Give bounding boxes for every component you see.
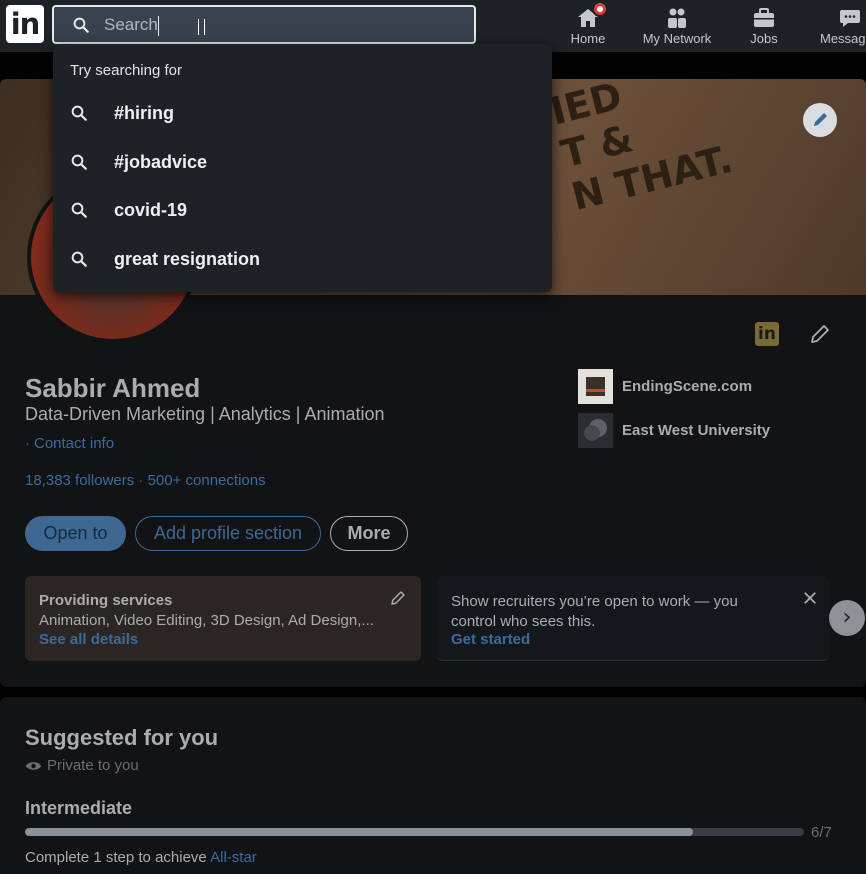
followers-link[interactable]: 18,383 followers — [25, 472, 134, 489]
providing-services-card[interactable]: Providing services Animation, Video Edit… — [25, 576, 421, 661]
suggestion-label: great resignation — [114, 249, 261, 269]
network-stats: 18,383 followers · 500+ connections — [25, 472, 266, 489]
search-box[interactable] — [52, 5, 476, 44]
dropdown-heading: Try searching for — [70, 62, 182, 79]
suggestion-label: #jobadvice — [114, 152, 208, 172]
get-started-link[interactable]: Get started — [451, 631, 530, 648]
services-title: Providing services — [39, 592, 173, 609]
suggestion-label: covid-19 — [114, 200, 188, 220]
recruiters-text: Show recruiters you’re open to work — yo… — [451, 593, 738, 630]
nav-label-jobs: Jobs — [750, 31, 778, 46]
eye-icon — [25, 762, 42, 770]
briefcase-icon — [754, 8, 774, 27]
all-star-link[interactable]: All-star — [210, 849, 257, 866]
notification-badge — [592, 1, 608, 17]
suggestion-item[interactable]: great resignation — [53, 237, 552, 281]
connections-link[interactable]: 500+ connections — [148, 472, 266, 489]
pencil-icon[interactable] — [389, 589, 407, 607]
nav-item-my-network[interactable]: My Network — [636, 0, 718, 52]
chat-icon — [840, 10, 860, 27]
complete-step-text: Complete 1 step to achieve All-star — [25, 849, 257, 866]
nav-label-home: Home — [570, 31, 606, 46]
nav-label-my-network: My Network — [642, 31, 712, 46]
see-all-details-link[interactable]: See all details — [39, 631, 138, 648]
school-logo-icon — [578, 413, 613, 448]
edit-intro-pencil-icon[interactable] — [808, 322, 832, 346]
progress-fill — [25, 828, 693, 836]
search-icon — [73, 17, 89, 33]
nav-label-messaging: Messaging — [820, 31, 866, 46]
more-button[interactable]: More — [330, 516, 408, 551]
close-icon[interactable] — [801, 589, 819, 607]
add-profile-section-button[interactable]: Add profile section — [135, 516, 321, 551]
suggestion-item[interactable]: #hiring — [53, 91, 552, 135]
banner-image-text: IED T & N THAT. — [546, 79, 737, 220]
suggested-title: Suggested for you — [25, 725, 219, 750]
search-input[interactable] — [104, 14, 444, 36]
profile-strength-level: Intermediate — [25, 798, 133, 818]
profile-headline: Data-Driven Marketing | Analytics | Anim… — [25, 404, 385, 424]
search-icon — [71, 251, 87, 267]
suggestion-item[interactable]: covid-19 — [53, 188, 552, 232]
nav-item-messaging[interactable]: Messaging — [814, 0, 866, 52]
contact-info-link[interactable]: · Contact info — [25, 435, 114, 452]
network-icon — [668, 8, 686, 28]
open-to-work-card: Show recruiters you’re open to work — yo… — [437, 576, 829, 661]
privacy-note: Private to you — [25, 757, 139, 774]
search-icon — [71, 105, 87, 121]
search-suggestions-dropdown: Try searching for #hiring #jobadvice cov… — [53, 44, 552, 292]
linkedin-premium-icon[interactable]: in — [755, 322, 779, 346]
profile-name: Sabbir Ahmed — [25, 373, 201, 403]
nav-item-home[interactable]: Home — [562, 0, 614, 52]
suggestion-item[interactable]: #jobadvice — [53, 140, 552, 184]
suggestion-label: #hiring — [114, 103, 175, 123]
pencil-icon — [814, 113, 827, 126]
text-caret — [158, 16, 159, 36]
search-icon — [71, 202, 87, 218]
services-detail: Animation, Video Editing, 3D Design, Ad … — [39, 612, 374, 629]
suggested-card: Suggested for you Private to you Interme… — [0, 697, 866, 874]
open-to-button[interactable]: Open to — [25, 516, 126, 551]
search-icon — [71, 154, 87, 170]
carousel-next-button[interactable]: › — [829, 600, 865, 636]
progress-count: 6/7 — [811, 824, 832, 841]
nav-item-jobs[interactable]: Jobs — [741, 0, 787, 52]
mouse-cursor-icon — [198, 19, 205, 35]
company-logo-icon — [578, 369, 613, 404]
edit-banner-button[interactable] — [803, 103, 837, 137]
linkedin-logo[interactable]: in — [6, 5, 44, 43]
profile-strength-progress — [25, 828, 804, 836]
